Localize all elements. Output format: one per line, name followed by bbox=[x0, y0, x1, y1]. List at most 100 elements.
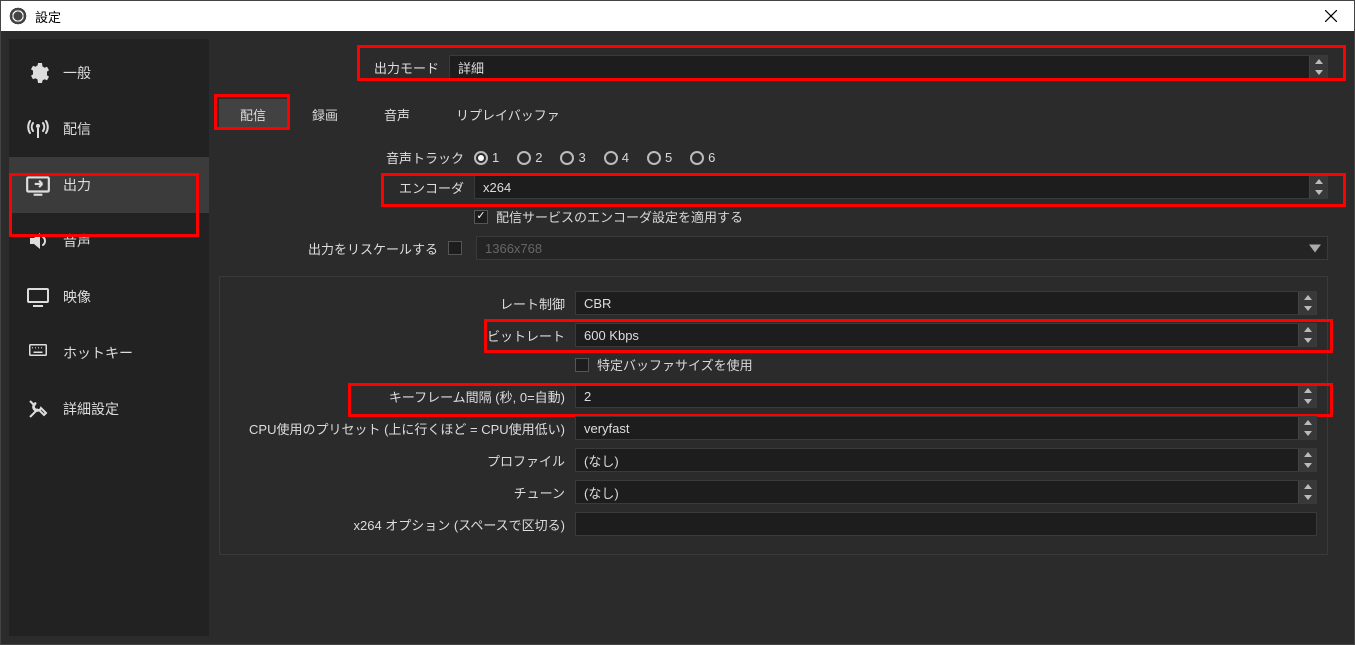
tune-select[interactable]: (なし) bbox=[575, 480, 1317, 504]
encoder-value: x264 bbox=[483, 180, 511, 195]
profile-label: プロファイル bbox=[230, 451, 575, 470]
encoder-settings-group: レート制御 CBR ビットレート bbox=[219, 276, 1328, 555]
sidebar-item-label: 配信 bbox=[63, 119, 91, 139]
audio-track-row: 音声トラック 1 2 3 4 5 6 bbox=[219, 148, 1328, 167]
radio-track-6[interactable] bbox=[690, 151, 704, 165]
spin-button[interactable] bbox=[1298, 292, 1316, 314]
output-mode-select[interactable]: 詳細 bbox=[449, 55, 1328, 79]
cpu-preset-row: CPU使用のプリセット (上に行くほど = CPU使用低い) veryfast bbox=[230, 416, 1317, 440]
rescale-label: 出力をリスケールする bbox=[219, 239, 448, 258]
radio-track-2[interactable] bbox=[517, 151, 531, 165]
window-title: 設定 bbox=[35, 7, 61, 26]
sidebar-item-video[interactable]: 映像 bbox=[9, 269, 209, 325]
apply-service-row: 配信サービスのエンコーダ設定を適用する bbox=[219, 207, 1328, 226]
audio-track-label: 音声トラック bbox=[219, 148, 474, 167]
tab-stream[interactable]: 配信 bbox=[219, 99, 287, 130]
profile-row: プロファイル (なし) bbox=[230, 448, 1317, 472]
titlebar: 設定 bbox=[1, 1, 1354, 31]
sidebar-item-hotkeys[interactable]: ホットキー bbox=[9, 325, 209, 381]
radio-label: 3 bbox=[578, 150, 585, 165]
rate-control-row: レート制御 CBR bbox=[230, 291, 1317, 315]
keyframe-label: キーフレーム間隔 (秒, 0=自動) bbox=[230, 387, 575, 406]
output-mode-row: 出力モード 詳細 bbox=[219, 55, 1328, 79]
profile-select[interactable]: (なし) bbox=[575, 448, 1317, 472]
spin-button[interactable] bbox=[1309, 176, 1327, 198]
rate-control-select[interactable]: CBR bbox=[575, 291, 1317, 315]
sidebar-item-stream[interactable]: 配信 bbox=[9, 101, 209, 157]
tune-label: チューン bbox=[230, 483, 575, 502]
x264-opts-row: x264 オプション (スペースで区切る) bbox=[230, 512, 1317, 536]
x264-opts-label: x264 オプション (スペースで区切る) bbox=[230, 515, 575, 534]
sidebar-item-audio[interactable]: 音声 bbox=[9, 213, 209, 269]
tab-label: リプレイバッファ bbox=[456, 108, 560, 123]
x264-opts-input[interactable] bbox=[575, 512, 1317, 536]
radio-track-3[interactable] bbox=[560, 151, 574, 165]
content-pane: 出力モード 詳細 配信 録画 bbox=[209, 39, 1346, 636]
spin-button[interactable] bbox=[1298, 385, 1316, 407]
rescale-value: 1366x768 bbox=[485, 241, 542, 256]
sidebar: 一般 配信 出力 bbox=[9, 39, 209, 636]
output-mode-label: 出力モード bbox=[219, 58, 449, 77]
radio-label: 6 bbox=[708, 150, 715, 165]
sidebar-item-label: ホットキー bbox=[63, 343, 133, 363]
output-mode-value: 詳細 bbox=[458, 58, 484, 77]
antenna-icon bbox=[23, 114, 53, 144]
spin-button[interactable] bbox=[1298, 324, 1316, 346]
sidebar-item-label: 詳細設定 bbox=[63, 399, 119, 419]
tab-label: 配信 bbox=[240, 108, 266, 123]
rescale-row: 出力をリスケールする 1366x768 bbox=[219, 236, 1328, 260]
encoder-row: エンコーダ x264 bbox=[219, 175, 1328, 199]
keyframe-value: 2 bbox=[584, 389, 591, 404]
tab-record[interactable]: 録画 bbox=[291, 99, 359, 130]
keyframe-input[interactable]: 2 bbox=[575, 384, 1317, 408]
radio-label: 5 bbox=[665, 150, 672, 165]
tab-label: 音声 bbox=[384, 108, 410, 123]
encoder-label: エンコーダ bbox=[219, 178, 474, 197]
close-button[interactable] bbox=[1308, 1, 1354, 31]
obs-logo-icon bbox=[9, 7, 27, 25]
keyboard-icon bbox=[23, 338, 53, 368]
bitrate-input[interactable]: 600 Kbps bbox=[575, 323, 1317, 347]
radio-track-4[interactable] bbox=[604, 151, 618, 165]
profile-value: (なし) bbox=[584, 451, 619, 470]
tab-replay[interactable]: リプレイバッファ bbox=[435, 99, 581, 130]
sidebar-item-label: 出力 bbox=[63, 175, 91, 195]
radio-label: 4 bbox=[622, 150, 629, 165]
output-icon bbox=[23, 170, 53, 200]
monitor-icon bbox=[23, 282, 53, 312]
sidebar-item-advanced[interactable]: 詳細設定 bbox=[9, 381, 209, 437]
bitrate-row: ビットレート 600 Kbps bbox=[230, 323, 1317, 347]
sidebar-item-output[interactable]: 出力 bbox=[9, 157, 209, 213]
keyframe-row: キーフレーム間隔 (秒, 0=自動) 2 bbox=[230, 384, 1317, 408]
close-icon bbox=[1325, 10, 1337, 22]
client-area: 一般 配信 出力 bbox=[1, 31, 1354, 644]
output-tabs: 配信 録画 音声 リプレイバッファ bbox=[219, 99, 1328, 130]
speaker-icon bbox=[23, 226, 53, 256]
tools-icon bbox=[23, 394, 53, 424]
buffer-size-checkbox[interactable] bbox=[575, 358, 589, 372]
spin-button[interactable] bbox=[1298, 449, 1316, 471]
spin-button[interactable] bbox=[1309, 56, 1327, 78]
cpu-preset-select[interactable]: veryfast bbox=[575, 416, 1317, 440]
settings-window: 設定 一般 配信 bbox=[0, 0, 1355, 645]
encoder-select[interactable]: x264 bbox=[474, 175, 1328, 199]
sidebar-item-label: 映像 bbox=[63, 287, 91, 307]
radio-label: 2 bbox=[535, 150, 542, 165]
radio-track-5[interactable] bbox=[647, 151, 661, 165]
radio-track-1[interactable] bbox=[474, 151, 488, 165]
rescale-select: 1366x768 bbox=[476, 236, 1328, 260]
spin-button[interactable] bbox=[1298, 417, 1316, 439]
tab-audio[interactable]: 音声 bbox=[363, 99, 431, 130]
cpu-preset-value: veryfast bbox=[584, 421, 630, 436]
radio-label: 1 bbox=[492, 150, 499, 165]
apply-service-checkbox[interactable] bbox=[474, 210, 488, 224]
bitrate-label: ビットレート bbox=[230, 326, 575, 345]
sidebar-item-general[interactable]: 一般 bbox=[9, 45, 209, 101]
cpu-preset-label: CPU使用のプリセット (上に行くほど = CPU使用低い) bbox=[230, 419, 575, 438]
tab-label: 録画 bbox=[312, 108, 338, 123]
tune-value: (なし) bbox=[584, 483, 619, 502]
spin-button[interactable] bbox=[1298, 481, 1316, 503]
tune-row: チューン (なし) bbox=[230, 480, 1317, 504]
main-area: 一般 配信 出力 bbox=[9, 39, 1346, 636]
rescale-checkbox[interactable] bbox=[448, 241, 462, 255]
